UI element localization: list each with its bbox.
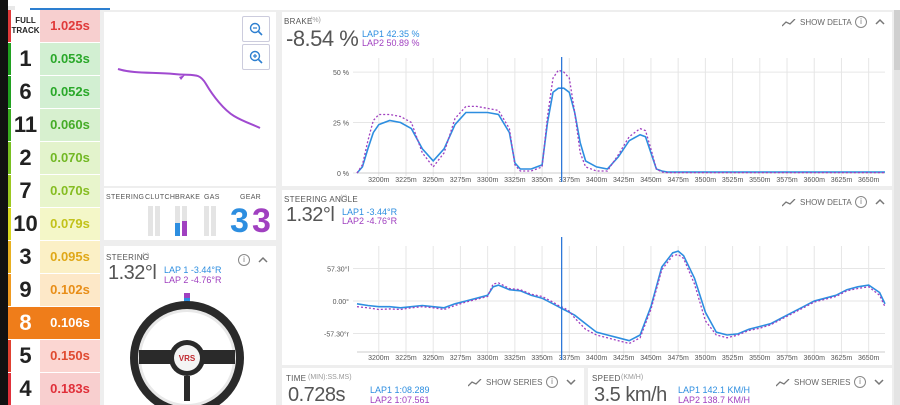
lap1-series-line bbox=[356, 250, 886, 342]
vertical-scrollbar[interactable] bbox=[894, 10, 900, 405]
y-tick-label: -57.30°r bbox=[324, 330, 350, 338]
time-card-value: 0.728s bbox=[288, 384, 346, 405]
y-tick-label: 25 % bbox=[333, 121, 349, 128]
x-tick-label: 3650m bbox=[858, 355, 880, 362]
y-tick-label: 0.00° bbox=[333, 298, 350, 306]
x-tick-label: 3325m bbox=[504, 355, 526, 362]
x-tick-label: 3450m bbox=[640, 355, 662, 362]
show-series-button[interactable]: SHOW SERIES bbox=[776, 378, 850, 387]
lap2-series-line bbox=[356, 253, 886, 345]
x-tick-label: 3600m bbox=[804, 355, 826, 362]
x-tick-label: 3200m bbox=[368, 355, 390, 362]
x-tick-label: 3200m bbox=[368, 177, 390, 184]
speed-card: SPEED (KM/H) 3.5 km/h LAP1 142.1 KM/H LA… bbox=[588, 368, 892, 405]
x-tick-label: 3575m bbox=[776, 355, 798, 362]
x-tick-label: 3500m bbox=[695, 355, 717, 362]
expand-icon[interactable] bbox=[566, 378, 576, 386]
x-tick-label: 3275m bbox=[450, 355, 472, 362]
x-tick-label: 3225m bbox=[395, 177, 417, 184]
y-tick-label: 0 % bbox=[337, 171, 349, 178]
show-series-label: SHOW SERIES bbox=[794, 378, 851, 387]
x-tick-label: 3525m bbox=[722, 355, 744, 362]
show-series-button[interactable]: SHOW SERIES bbox=[468, 378, 542, 387]
time-card-unit: (MIN):SS.MS) bbox=[308, 374, 352, 381]
x-tick-label: 3225m bbox=[395, 355, 417, 362]
x-tick-label: 3475m bbox=[667, 355, 689, 362]
time-card-lap2: LAP2 1:07.561 bbox=[370, 395, 430, 405]
scrollbar-thumb[interactable] bbox=[894, 10, 900, 70]
show-series-label: SHOW SERIES bbox=[486, 378, 543, 387]
x-tick-label: 3350m bbox=[531, 355, 553, 362]
x-tick-label: 3400m bbox=[586, 177, 608, 184]
time-card-title: TIME bbox=[286, 374, 307, 383]
x-tick-label: 3625m bbox=[831, 177, 853, 184]
x-tick-label: 3300m bbox=[477, 177, 499, 184]
speed-card-unit: (KM/H) bbox=[621, 374, 644, 381]
x-tick-label: 3300m bbox=[477, 355, 499, 362]
time-card-lap1: LAP1 1:08.289 bbox=[370, 385, 430, 395]
speed-card-lap1: LAP1 142.1 KM/H bbox=[678, 385, 751, 395]
y-tick-label: 57.30°l bbox=[327, 266, 349, 274]
x-tick-label: 3525m bbox=[722, 177, 744, 184]
x-tick-label: 3650m bbox=[858, 177, 880, 184]
x-tick-label: 3425m bbox=[613, 355, 635, 362]
info-icon[interactable]: i bbox=[854, 376, 866, 388]
y-tick-label: 50 % bbox=[333, 70, 349, 77]
info-icon[interactable]: i bbox=[546, 376, 558, 388]
x-tick-label: 3550m bbox=[749, 177, 771, 184]
x-tick-label: 3350m bbox=[531, 177, 553, 184]
x-tick-label: 3400m bbox=[586, 355, 608, 362]
telemetry-charts[interactable]: 3200m 3225m 3250m 3275m 3300m 3325m 3350m 3375m… bbox=[0, 0, 900, 405]
x-tick-label: 3600m bbox=[804, 177, 826, 184]
x-tick-label: 3425m bbox=[613, 177, 635, 184]
x-tick-label: 3450m bbox=[640, 177, 662, 184]
expand-icon[interactable] bbox=[874, 378, 884, 386]
x-tick-label: 3325m bbox=[504, 177, 526, 184]
x-tick-label: 3500m bbox=[695, 177, 717, 184]
x-tick-label: 3275m bbox=[450, 177, 472, 184]
x-tick-label: 3250m bbox=[423, 355, 445, 362]
time-card: TIME (MIN):SS.MS) 0.728s LAP1 1:08.289 L… bbox=[282, 368, 584, 405]
trend-icon bbox=[468, 378, 482, 386]
speed-card-value: 3.5 km/h bbox=[594, 384, 667, 405]
x-tick-label: 3625m bbox=[831, 355, 853, 362]
x-tick-label: 3475m bbox=[667, 177, 689, 184]
x-tick-label: 3550m bbox=[749, 355, 771, 362]
lap1-series-line bbox=[356, 87, 885, 174]
trend-icon bbox=[776, 378, 790, 386]
x-tick-label: 3575m bbox=[776, 177, 798, 184]
x-tick-label: 3250m bbox=[423, 177, 445, 184]
speed-card-title: SPEED bbox=[592, 374, 621, 383]
speed-card-lap2: LAP2 138.7 KM/H bbox=[678, 395, 751, 405]
